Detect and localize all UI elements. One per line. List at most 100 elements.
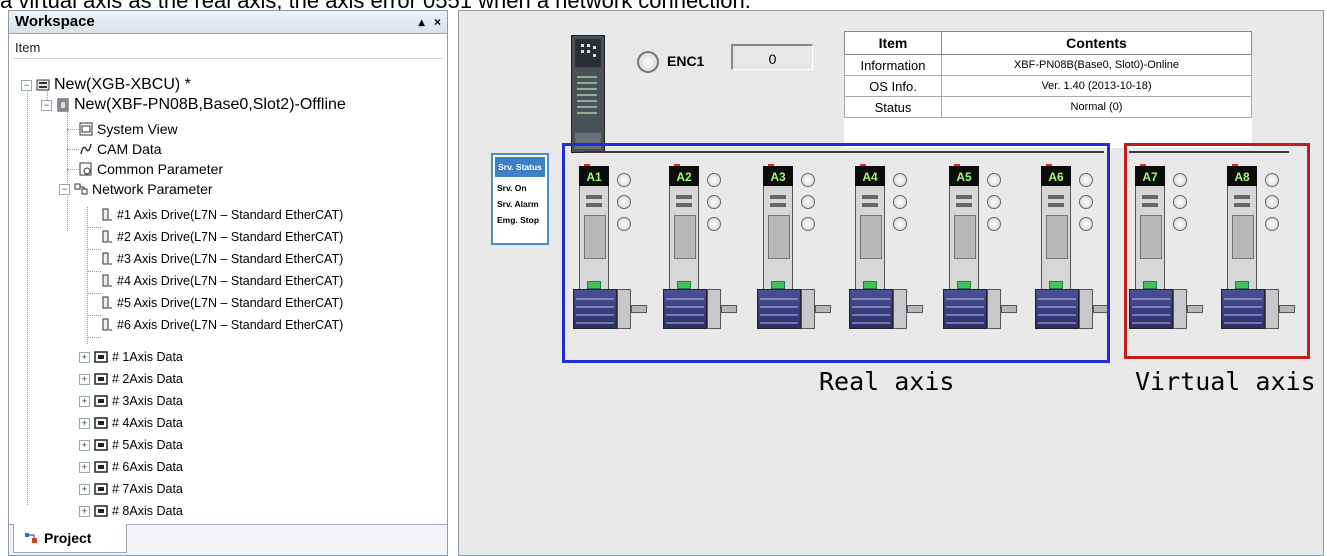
table-row: Information XBF-PN08B(Base0, Slot0)-Onli… — [844, 54, 1252, 76]
tree-item-label: System View — [97, 121, 178, 137]
tree-item-label: # 8Axis Data — [112, 504, 183, 518]
workspace-panel: Workspace ▴ × Item − New(XGB-XBCU) * − N… — [8, 10, 448, 556]
tree-item-label: Network Parameter — [92, 181, 213, 197]
parameter-icon — [79, 162, 92, 176]
tree-module[interactable]: − New(XBF-PN08B,Base0,Slot2)-Offline — [41, 95, 346, 115]
expand-icon[interactable]: + — [79, 351, 90, 363]
tree-item-label: # 2Axis Data — [112, 372, 183, 386]
axis-data-icon — [94, 395, 108, 407]
tree-item-common-parameter[interactable]: Common Parameter — [79, 159, 223, 179]
servo-status-legend: Srv. Status Srv. On Srv. Alarm Emg. Stop — [491, 153, 549, 245]
axis-data-icon — [94, 505, 108, 517]
real-axis-label: Real axis — [819, 367, 955, 396]
tree-item-axis-data-5[interactable]: + # 5Axis Data — [79, 435, 183, 455]
tree-item-label: # 4Axis Data — [112, 416, 183, 430]
axis-data-icon — [94, 373, 108, 385]
expand-icon[interactable]: + — [79, 461, 90, 473]
row-value: Ver. 1.40 (2013-10-18) — [941, 75, 1252, 97]
tree-item-drive-1[interactable]: #1 Axis Drive(L7N – Standard EtherCAT) — [99, 205, 343, 225]
virtual-axis-label: Virtual axis — [1135, 367, 1316, 396]
tree-item-drive-2[interactable]: #2 Axis Drive(L7N – Standard EtherCAT) — [99, 227, 343, 247]
axis-data-icon — [94, 417, 108, 429]
row-value: XBF-PN08B(Base0, Slot0)-Online — [941, 54, 1252, 76]
workspace-title: Workspace — [15, 13, 95, 30]
real-axis-group-box — [562, 143, 1110, 363]
axis-data-icon — [94, 461, 108, 473]
drive-icon — [102, 274, 112, 287]
legend-servo-alarm: Srv. Alarm — [497, 199, 539, 209]
tree-item-drive-5[interactable]: #5 Axis Drive(L7N – Standard EtherCAT) — [99, 293, 343, 313]
drive-icon — [102, 230, 112, 243]
tree-item-label: Common Parameter — [97, 161, 224, 177]
module-info-table: Item Contents Information XBF-PN08B(Base… — [844, 31, 1252, 148]
tree-module-label: New(XBF-PN08B,Base0,Slot2)-Offline — [74, 96, 346, 113]
column-header: Item — [13, 38, 443, 59]
tree-item-label: # 7Axis Data — [112, 482, 183, 496]
tree-item-axis-data-7[interactable]: + # 7Axis Data — [79, 479, 183, 499]
expand-icon[interactable]: + — [79, 483, 90, 495]
table-row: Status Normal (0) — [844, 96, 1252, 118]
row-value: Normal (0) — [941, 96, 1252, 118]
axis-data-icon — [94, 483, 108, 495]
tree-item-label: #1 Axis Drive(L7N – Standard EtherCAT) — [117, 208, 344, 222]
tab-label: Project — [44, 530, 92, 546]
tree-item-label: #3 Axis Drive(L7N – Standard EtherCAT) — [117, 252, 344, 266]
tree-item-axis-data-6[interactable]: + # 6Axis Data — [79, 457, 183, 477]
drive-icon — [102, 252, 112, 265]
tree-item-drive-4[interactable]: #4 Axis Drive(L7N – Standard EtherCAT) — [99, 271, 343, 291]
tree-item-network-parameter[interactable]: − Network Parameter — [59, 179, 213, 199]
encoder-label: ENC1 — [667, 53, 705, 69]
legend-emergency-stop: Emg. Stop — [497, 215, 540, 225]
tree-item-drive-6[interactable]: #6 Axis Drive(L7N – Standard EtherCAT) — [99, 315, 343, 335]
tree-item-axis-data-2[interactable]: + # 2Axis Data — [79, 369, 183, 389]
expand-icon[interactable]: + — [79, 395, 90, 407]
tree-root-label: New(XGB-XBCU) * — [54, 76, 191, 93]
encoder-value: 0 — [731, 44, 813, 70]
tree-item-drive-3[interactable]: #3 Axis Drive(L7N – Standard EtherCAT) — [99, 249, 343, 269]
expand-icon[interactable]: + — [79, 417, 90, 429]
tree-item-label: #6 Axis Drive(L7N – Standard EtherCAT) — [117, 318, 344, 332]
tree-item-label: #2 Axis Drive(L7N – Standard EtherCAT) — [117, 230, 344, 244]
collapse-icon[interactable]: − — [59, 183, 70, 195]
tree-item-label: # 1Axis Data — [112, 350, 183, 364]
tree-item-cam-data[interactable]: CAM Data — [79, 139, 162, 159]
tree-item-label: #5 Axis Drive(L7N – Standard EtherCAT) — [117, 296, 344, 310]
expand-icon[interactable]: + — [79, 373, 90, 385]
servo-status-title: Srv. Status — [495, 157, 545, 177]
workspace-title-bar: Workspace ▴ × — [9, 11, 447, 34]
controller-module-icon — [571, 35, 605, 153]
project-tree: − New(XGB-XBCU) * − New(XBF-PN08B,Base0,… — [13, 61, 443, 521]
pin-icon[interactable]: ▴ — [419, 15, 425, 29]
expand-icon[interactable]: + — [79, 439, 90, 451]
row-key: OS Info. — [844, 75, 942, 97]
tree-root[interactable]: − New(XGB-XBCU) * — [21, 75, 191, 95]
row-key: Status — [844, 96, 942, 118]
axis-data-icon — [94, 439, 108, 451]
tree-item-label: # 6Axis Data — [112, 460, 183, 474]
tree-item-axis-data-3[interactable]: + # 3Axis Data — [79, 391, 183, 411]
column-header-contents: Contents — [941, 31, 1252, 55]
collapse-icon[interactable]: − — [21, 79, 32, 91]
collapse-icon[interactable]: − — [41, 99, 52, 111]
tab-project[interactable]: Project — [13, 524, 127, 553]
tree-item-system-view[interactable]: System View — [79, 119, 178, 139]
plc-icon — [36, 79, 50, 91]
monitor-panel: ENC1 0 Item Contents Information XBF-PN0… — [458, 10, 1324, 556]
tree-item-axis-data-1[interactable]: + # 1Axis Data — [79, 347, 183, 367]
tree-item-axis-data-4[interactable]: + # 4Axis Data — [79, 413, 183, 433]
workspace-tab-bar: Project — [9, 524, 447, 555]
tree-item-label: #4 Axis Drive(L7N – Standard EtherCAT) — [117, 274, 344, 288]
drive-icon — [102, 208, 112, 221]
system-view-icon — [79, 122, 93, 136]
close-icon[interactable]: × — [434, 15, 441, 29]
cam-data-icon — [80, 143, 92, 155]
drive-icon — [102, 318, 112, 331]
expand-icon[interactable]: + — [79, 505, 90, 517]
column-header-item: Item — [844, 31, 942, 55]
tree-item-label: # 3Axis Data — [112, 394, 183, 408]
tree-item-axis-data-8[interactable]: + # 8Axis Data — [79, 501, 183, 521]
table-row: OS Info. Ver. 1.40 (2013-10-18) — [844, 75, 1252, 97]
tree-item-label: CAM Data — [97, 141, 162, 157]
legend-servo-on: Srv. On — [497, 183, 527, 193]
axis-data-icon — [94, 351, 108, 363]
